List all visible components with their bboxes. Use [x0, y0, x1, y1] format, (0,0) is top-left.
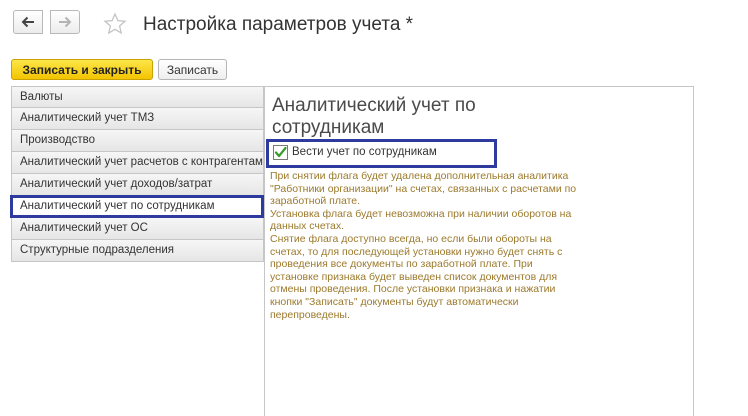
save-button[interactable]: Записать	[158, 59, 227, 80]
panel-right-divider	[693, 86, 694, 416]
window-title: Настройка параметров учета *	[143, 14, 414, 35]
arrow-right-icon	[59, 16, 72, 28]
back-button[interactable]	[13, 10, 43, 34]
highlight-frame-sidebar	[10, 195, 264, 218]
sidebar-item-departments[interactable]: Структурные подразделения	[11, 240, 264, 262]
arrow-left-icon	[21, 16, 34, 28]
sidebar-item-production[interactable]: Производство	[11, 130, 264, 152]
sidebar-item-counterparty-analytics[interactable]: Аналитический учет расчетов с контрагент…	[11, 152, 264, 174]
hint-paragraph: При снятии флага будет удалена дополните…	[270, 170, 577, 321]
forward-button[interactable]	[50, 10, 80, 34]
employee-tracking-label[interactable]: Вести учет по сотрудникам	[292, 146, 437, 158]
sidebar: Валюты Аналитический учет ТМЗ Производст…	[11, 86, 264, 262]
star-icon[interactable]	[103, 12, 127, 36]
sidebar-item-income-expense-analytics[interactable]: Аналитический учет доходов/затрат	[11, 174, 264, 196]
checkmark-icon	[274, 146, 287, 158]
hint-text: При снятии флага будет удалена дополните…	[270, 170, 582, 321]
save-and-close-button[interactable]: Записать и закрыть	[11, 59, 153, 80]
section-title: Аналитический учет по сотрудникам	[272, 95, 476, 138]
sidebar-item-currencies[interactable]: Валюты	[11, 86, 264, 108]
sidebar-item-fixed-assets-analytics[interactable]: Аналитический учет ОС	[11, 218, 264, 240]
sidebar-item-inventory-analytics[interactable]: Аналитический учет ТМЗ	[11, 108, 264, 130]
employee-tracking-checkbox[interactable]	[273, 145, 288, 160]
panel-top-divider	[264, 86, 694, 87]
